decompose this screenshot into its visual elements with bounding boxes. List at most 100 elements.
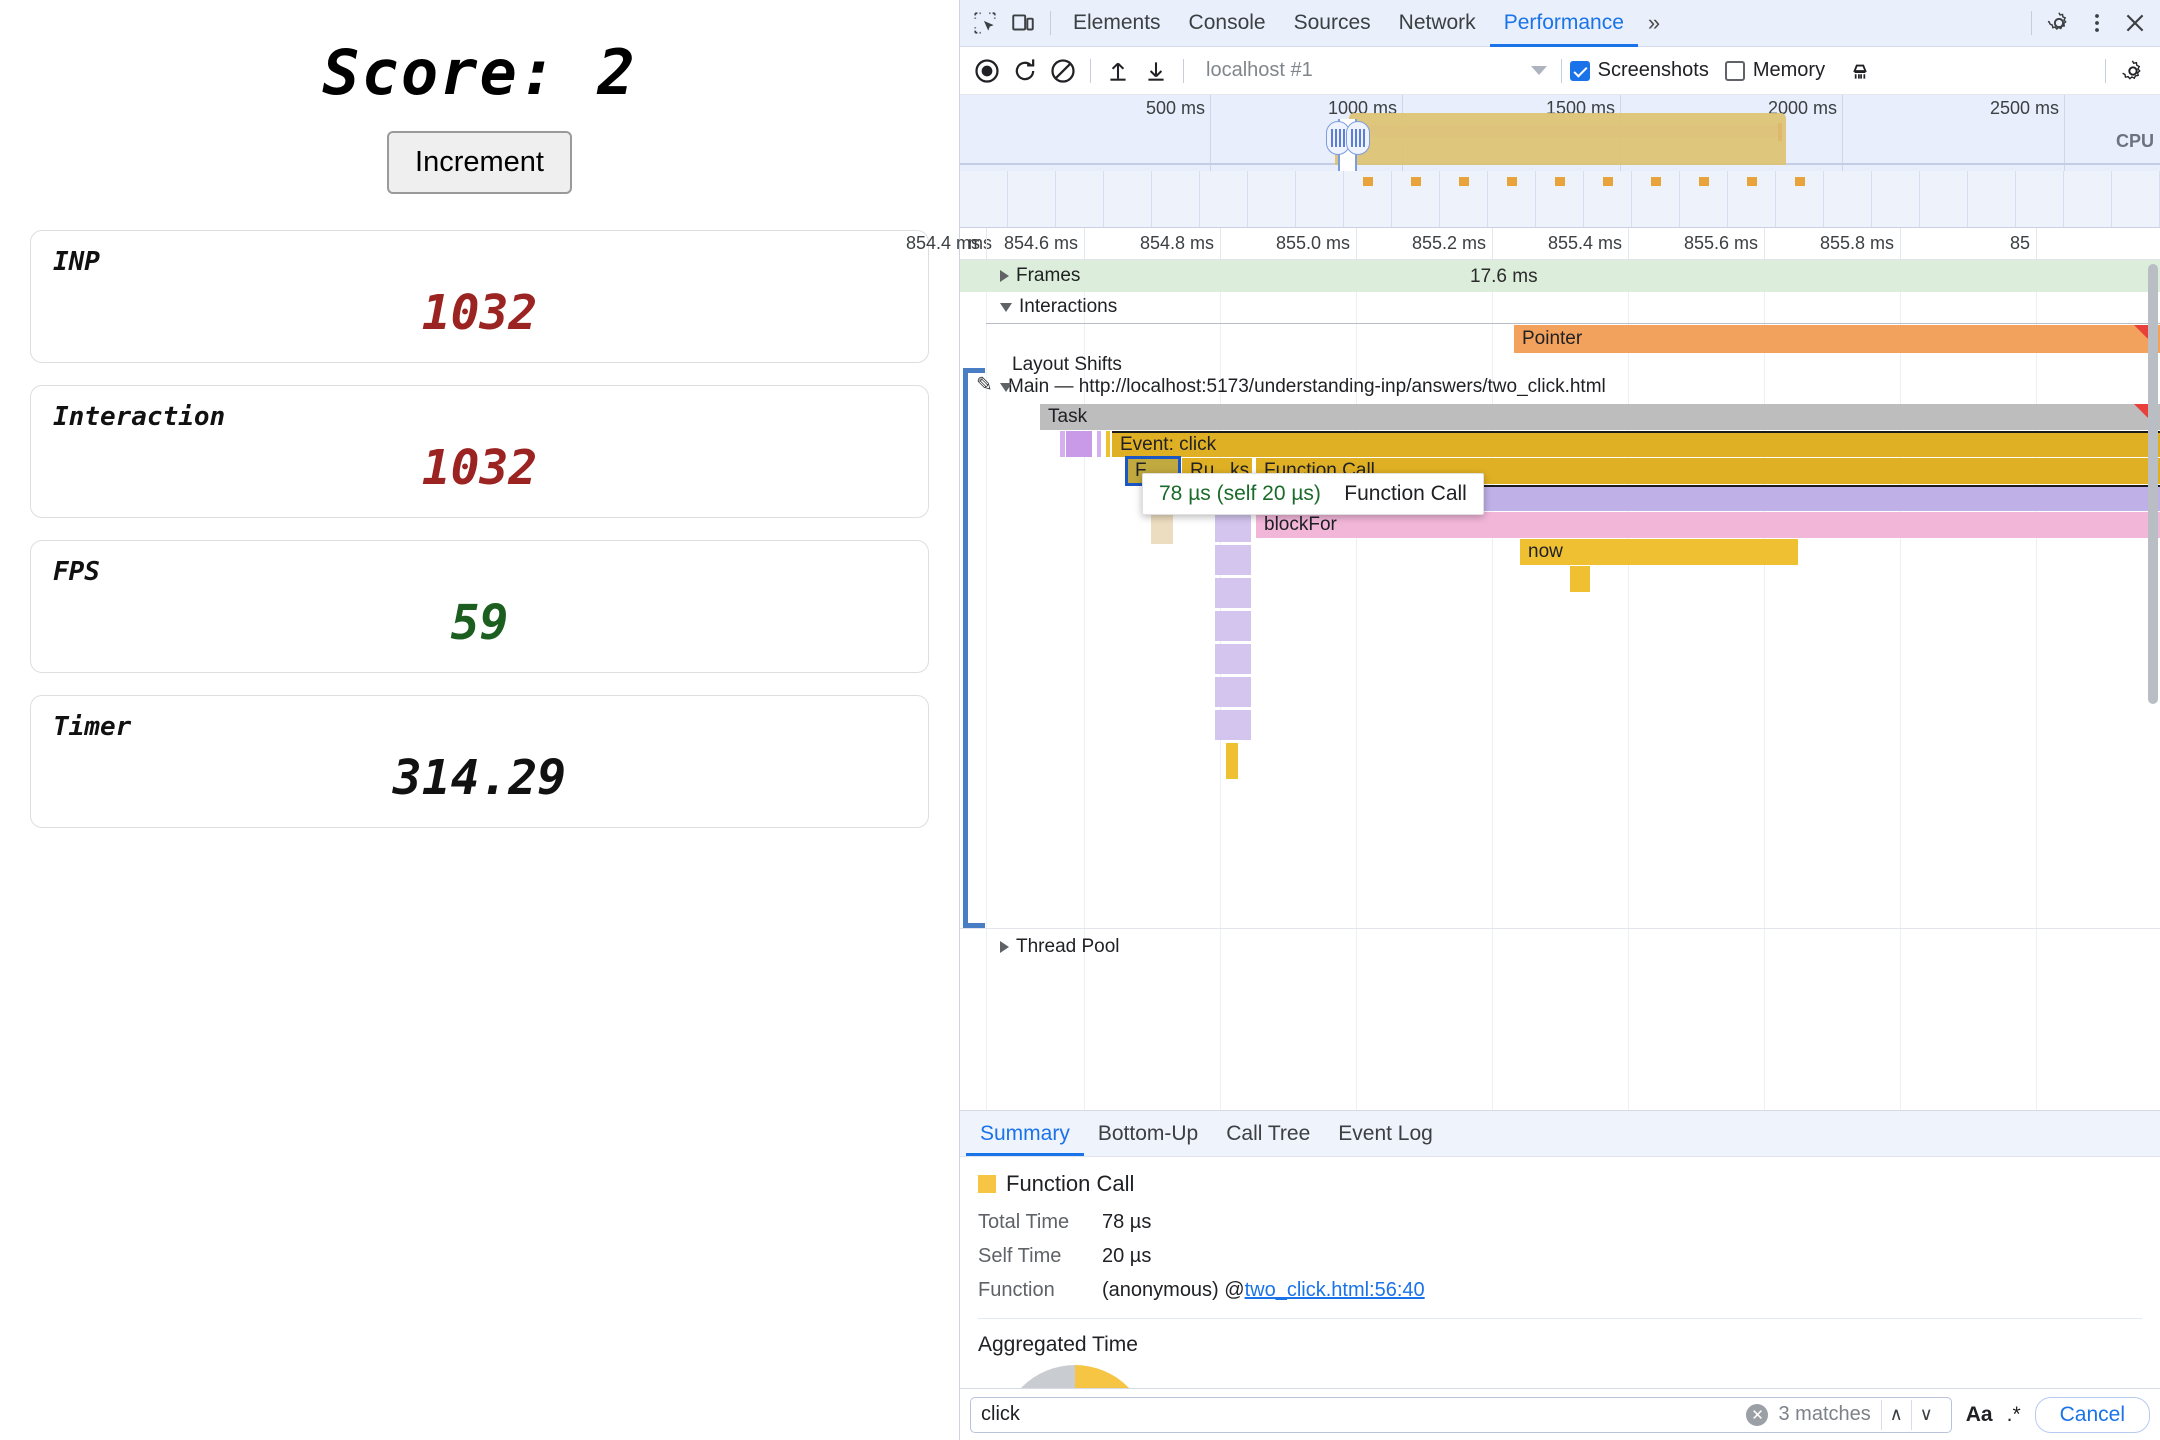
memory-checkbox[interactable]: Memory [1724, 59, 1825, 82]
search-input[interactable]: click ✕ 3 matches ∧ ∨ [970, 1396, 1952, 1433]
interactions-track-header[interactable]: Interactions [996, 292, 1121, 322]
source-link[interactable]: two_click.html:56:40 [1245, 1279, 1425, 1302]
flame-bar-misc[interactable] [1215, 611, 1251, 641]
chevron-down-icon[interactable] [1000, 302, 1012, 312]
flame-bar-misc[interactable] [1215, 677, 1251, 707]
flame-bar-misc[interactable] [1215, 545, 1251, 575]
regex-button[interactable]: .* [2007, 1403, 2021, 1427]
film-strip[interactable] [960, 171, 2160, 227]
film-frame[interactable] [1056, 171, 1104, 227]
match-case-button[interactable]: Aa [1966, 1403, 1993, 1427]
edit-track-icon[interactable]: ✎ [976, 372, 993, 397]
film-frame[interactable] [1584, 171, 1632, 227]
flame-chart[interactable]: Frames 17.6 ms Interactions Pointer Layo… [960, 260, 2160, 1110]
capture-settings-icon[interactable] [2114, 52, 2152, 90]
gear-icon[interactable] [2040, 4, 2078, 42]
film-frame[interactable] [1200, 171, 1248, 227]
recording-selector[interactable]: localhost #1 [1192, 59, 1553, 82]
more-tabs-icon[interactable]: » [1638, 10, 1670, 36]
chevron-right-icon[interactable] [1000, 270, 1009, 282]
film-frame[interactable] [1776, 171, 1824, 227]
film-frame[interactable] [1008, 171, 1056, 227]
tab-elements[interactable]: Elements [1059, 0, 1175, 47]
film-frame[interactable] [1104, 171, 1152, 227]
record-icon[interactable] [968, 52, 1006, 90]
flame-bar-now[interactable]: now [1520, 539, 1798, 565]
screenshots-checkbox[interactable]: Screenshots [1569, 59, 1709, 82]
tab-event-log[interactable]: Event Log [1324, 1112, 1447, 1156]
cancel-search-button[interactable]: Cancel [2034, 1396, 2150, 1433]
film-frame[interactable] [1392, 171, 1440, 227]
load-profile-icon[interactable] [1099, 52, 1137, 90]
film-frame[interactable] [1152, 171, 1200, 227]
tab-network[interactable]: Network [1385, 0, 1490, 47]
tab-bottom-up[interactable]: Bottom-Up [1084, 1112, 1212, 1156]
film-frame[interactable] [1440, 171, 1488, 227]
film-frame[interactable] [1824, 171, 1872, 227]
checkbox-box-checked[interactable] [1569, 60, 1590, 81]
thread-pool-track-header[interactable]: Thread Pool [996, 932, 1124, 962]
clear-recording-icon[interactable] [1044, 52, 1082, 90]
film-frame[interactable] [1488, 171, 1536, 227]
tab-sources[interactable]: Sources [1280, 0, 1385, 47]
chevron-down-icon[interactable] [1000, 382, 1012, 392]
flame-bar-misc[interactable] [1066, 431, 1092, 457]
collect-garbage-icon[interactable] [1841, 52, 1879, 90]
inspect-element-icon[interactable] [966, 4, 1004, 42]
flame-bar-misc[interactable] [1215, 710, 1251, 740]
tab-call-tree[interactable]: Call Tree [1212, 1112, 1324, 1156]
timeline-overview[interactable]: 500 ms 1000 ms 1500 ms 2000 ms 2500 ms C… [960, 95, 2160, 228]
flame-bar-misc[interactable] [1226, 743, 1238, 779]
reload-and-record-icon[interactable] [1006, 52, 1044, 90]
detail-tabbar: Summary Bottom-Up Call Tree Event Log [960, 1111, 2160, 1157]
overview-window-right-handle[interactable] [1346, 121, 1370, 155]
film-frame[interactable] [1680, 171, 1728, 227]
film-frame[interactable] [1632, 171, 1680, 227]
film-frame[interactable] [1920, 171, 1968, 227]
flame-bar-blockfor[interactable]: blockFor [1256, 512, 2160, 538]
flame-bar-misc[interactable] [1570, 566, 1590, 592]
tab-console[interactable]: Console [1175, 0, 1280, 47]
flame-bar-misc[interactable] [1106, 431, 1110, 457]
flame-bar-event-click[interactable]: Event: click [1112, 431, 2160, 457]
main-track-header[interactable] [996, 372, 1023, 402]
increment-button[interactable]: Increment [387, 131, 572, 194]
save-profile-icon[interactable] [1137, 52, 1175, 90]
frames-track-header[interactable]: Frames [996, 261, 1084, 291]
flame-bar-misc[interactable] [1097, 431, 1101, 457]
film-frame[interactable] [2112, 171, 2160, 227]
film-frame[interactable] [1344, 171, 1392, 227]
flame-bar-misc[interactable] [1215, 512, 1251, 542]
film-frame[interactable] [1872, 171, 1920, 227]
film-frame[interactable] [1536, 171, 1584, 227]
film-frame[interactable] [1728, 171, 1776, 227]
film-frame[interactable] [2064, 171, 2112, 227]
film-frame[interactable] [1248, 171, 1296, 227]
frames-track[interactable] [960, 260, 2160, 292]
detail-key: Self Time [978, 1245, 1062, 1267]
interaction-bar-pointer[interactable]: Pointer [1514, 325, 2160, 353]
film-frame[interactable] [2016, 171, 2064, 227]
search-prev-button[interactable]: ∧ [1880, 1399, 1911, 1430]
search-next-button[interactable]: ∨ [1910, 1399, 1941, 1430]
chevron-right-icon[interactable] [1000, 941, 1009, 953]
tab-summary[interactable]: Summary [966, 1112, 1084, 1156]
film-frame[interactable] [960, 171, 1008, 227]
more-options-icon[interactable] [2078, 4, 2116, 42]
close-icon[interactable] [2116, 4, 2154, 42]
film-frame[interactable] [1296, 171, 1344, 227]
film-frame[interactable] [1968, 171, 2016, 227]
flame-bar-misc[interactable] [1215, 644, 1251, 674]
flame-bar-misc[interactable] [1215, 578, 1251, 608]
cpu-activity-block [1349, 113, 1786, 165]
checkbox-box[interactable] [1724, 60, 1745, 81]
clear-search-icon[interactable]: ✕ [1746, 1403, 1769, 1426]
flame-bar-misc[interactable] [1060, 431, 1065, 457]
flame-bar-task[interactable]: Task [1040, 404, 2160, 430]
chevron-down-icon[interactable] [1530, 66, 1547, 75]
device-toolbar-icon[interactable] [1004, 4, 1042, 42]
tab-performance[interactable]: Performance [1490, 0, 1638, 47]
flame-bar-misc[interactable] [1151, 512, 1173, 544]
flame-vertical-scrollbar[interactable] [2148, 264, 2158, 704]
layout-shifts-track-header[interactable]: Layout Shifts [1008, 350, 1126, 380]
